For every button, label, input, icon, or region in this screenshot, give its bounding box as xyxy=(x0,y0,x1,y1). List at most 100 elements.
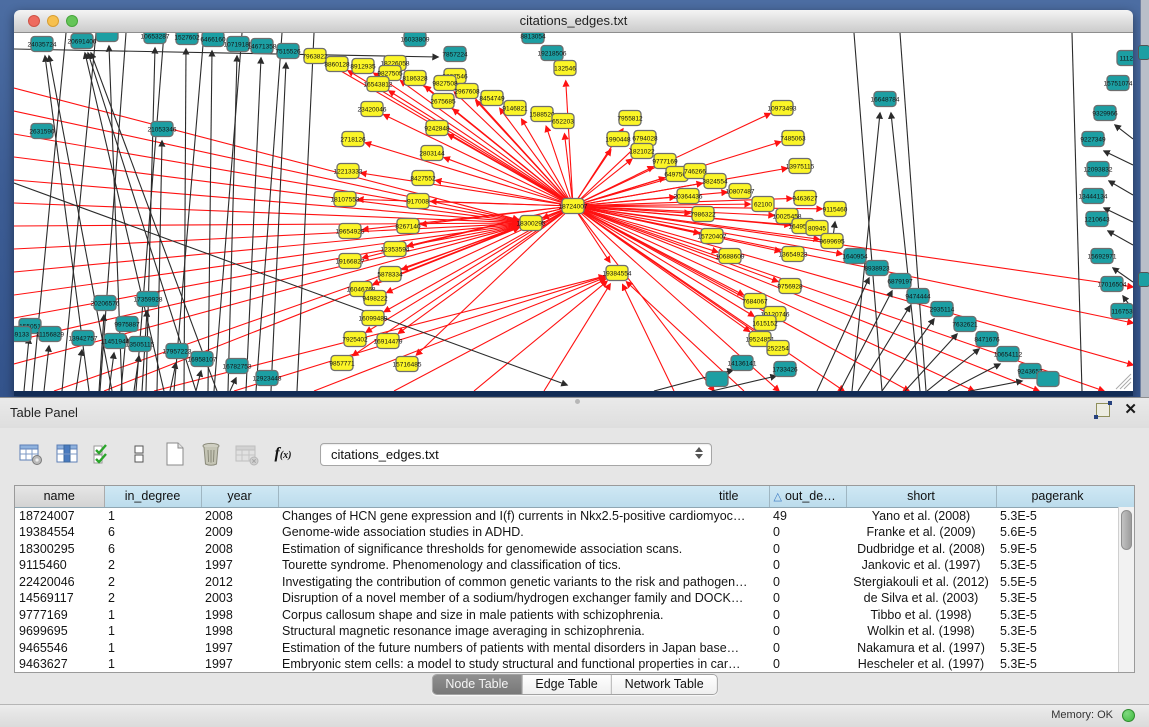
cell-out_degree[interactable]: 0 xyxy=(769,557,846,574)
graph-node[interactable]: 16099489 xyxy=(359,311,388,326)
cell-title[interactable]: Estimation of significance thresholds fo… xyxy=(278,541,769,558)
cell-in_degree[interactable]: 2 xyxy=(104,557,201,574)
graph-node[interactable]: 7515526 xyxy=(275,44,301,59)
graph-node[interactable]: 8813054 xyxy=(520,33,546,44)
graph-node[interactable]: 16648784 xyxy=(871,92,900,107)
cell-title[interactable]: Structural magnetic resonance image aver… xyxy=(278,623,769,640)
graph-node[interactable]: 8471676 xyxy=(974,332,1000,347)
graph-node[interactable]: 132546 xyxy=(554,61,576,76)
cell-short[interactable]: Dudbridge et al. (2008) xyxy=(846,541,996,558)
table-row[interactable]: 1938455462009Genome-wide association stu… xyxy=(15,524,1119,541)
scrollbar-thumb[interactable] xyxy=(1121,510,1132,550)
cell-title[interactable]: Disruption of a novel member of a sodium… xyxy=(278,590,769,607)
graph-node[interactable]: 9498222 xyxy=(362,291,388,306)
graph-node[interactable]: 13975115 xyxy=(786,159,815,174)
graph-node[interactable]: 8454749 xyxy=(479,91,505,106)
graph-node[interactable]: 9329966 xyxy=(1092,106,1118,121)
tab-node-table[interactable]: Node Table xyxy=(432,675,521,694)
graph-node[interactable]: 1821022 xyxy=(629,144,655,159)
graph-node[interactable]: 15751074 xyxy=(1104,76,1133,91)
graph-node[interactable]: 9474444 xyxy=(905,289,931,304)
graph-node[interactable]: 11156829 xyxy=(36,327,64,342)
graph-node[interactable]: 746266 xyxy=(684,164,706,179)
network-window-titlebar[interactable]: citations_edges.txt xyxy=(14,10,1133,33)
graph-node[interactable]: 19384554 xyxy=(603,266,632,281)
memory-status-indicator[interactable] xyxy=(1122,709,1135,722)
tab-network-table[interactable]: Network Table xyxy=(611,675,717,694)
cell-year[interactable]: 1998 xyxy=(201,607,278,624)
table-row[interactable]: 1456911722003Disruption of a novel membe… xyxy=(15,590,1119,607)
cell-out_degree[interactable]: 0 xyxy=(769,607,846,624)
graph-node[interactable]: 2631590 xyxy=(29,124,55,139)
graph-node[interactable]: 13505115 xyxy=(126,337,155,352)
graph-node[interactable]: 8427552 xyxy=(410,171,436,186)
graph-node[interactable]: 252254 xyxy=(767,341,789,356)
cell-in_degree[interactable]: 1 xyxy=(104,623,201,640)
table-row[interactable]: 1830029562008Estimation of significance … xyxy=(15,541,1119,558)
cell-short[interactable]: Stergiakouli et al. (2012) xyxy=(846,574,996,591)
panel-resize-grip[interactable] xyxy=(575,399,580,404)
graph-node[interactable]: 19218506 xyxy=(538,46,567,61)
table-row[interactable]: 2242004622012Investigating the contribut… xyxy=(15,574,1119,591)
table-chooser-dropdown[interactable]: citations_edges.txt xyxy=(320,443,712,466)
cell-pagerank[interactable]: 5.3E-5 xyxy=(996,507,1119,524)
column-header-pagerank[interactable]: pagerank xyxy=(996,486,1119,507)
graph-node[interactable]: 14136141 xyxy=(728,356,757,371)
cell-pagerank[interactable]: 5.3E-5 xyxy=(996,590,1119,607)
graph-node[interactable]: 20691406 xyxy=(68,34,97,49)
graph-node[interactable]: 7925402 xyxy=(342,332,368,347)
graph-node[interactable]: 8186328 xyxy=(402,71,428,86)
cell-year[interactable]: 2003 xyxy=(201,590,278,607)
graph-node[interactable]: 12923448 xyxy=(253,371,282,386)
delete-table-button[interactable] xyxy=(232,439,262,469)
graph-node[interactable]: 3824554 xyxy=(702,174,728,189)
graph-node[interactable]: 8860128 xyxy=(324,57,350,72)
close-panel-icon[interactable]: ✕ xyxy=(1124,403,1137,417)
graph-node[interactable]: 24035724 xyxy=(28,37,57,52)
cell-short[interactable]: Jankovic et al. (1997) xyxy=(846,557,996,574)
graph-node[interactable]: 2675685 xyxy=(430,94,456,109)
graph-node[interactable]: 19166827 xyxy=(336,254,365,269)
cell-name[interactable]: 9465546 xyxy=(15,640,104,657)
graph-node[interactable]: 8267140 xyxy=(395,219,421,234)
table-row[interactable]: 946362711997Embryonic stem cells: a mode… xyxy=(15,656,1119,673)
graph-node[interactable]: 9857771 xyxy=(329,356,355,371)
table-row[interactable]: 1872400712008Changes of HCN gene express… xyxy=(15,507,1119,524)
column-header-out_degree[interactable]: △out_de… xyxy=(769,486,846,507)
graph-node[interactable]: 17016504 xyxy=(1098,277,1127,292)
graph-node[interactable]: 10688609 xyxy=(716,249,745,264)
graph-node[interactable] xyxy=(706,372,728,387)
cell-out_degree[interactable]: 0 xyxy=(769,574,846,591)
cell-short[interactable]: Yano et al. (2008) xyxy=(846,507,996,524)
cell-in_degree[interactable]: 1 xyxy=(104,656,201,673)
graph-node[interactable]: 9463627 xyxy=(792,191,818,206)
graph-node[interactable]: 13942757 xyxy=(69,331,98,346)
cell-pagerank[interactable]: 5.3E-5 xyxy=(996,607,1119,624)
cell-pagerank[interactable]: 5.3E-5 xyxy=(996,640,1119,657)
graph-node[interactable]: 10807487 xyxy=(726,184,755,199)
graph-node[interactable]: 7632621 xyxy=(952,317,978,332)
cell-year[interactable]: 1998 xyxy=(201,623,278,640)
cell-year[interactable]: 1997 xyxy=(201,557,278,574)
graph-node[interactable]: 1733426 xyxy=(772,362,798,377)
cell-year[interactable]: 2009 xyxy=(201,524,278,541)
column-header-short[interactable]: short xyxy=(846,486,996,507)
graph-node[interactable]: 13654923 xyxy=(779,247,808,262)
cell-year[interactable]: 1997 xyxy=(201,656,278,673)
column-header-title[interactable]: title xyxy=(278,486,769,507)
cell-out_degree[interactable]: 0 xyxy=(769,656,846,673)
graph-node[interactable]: 1210643 xyxy=(1084,212,1110,227)
cell-pagerank[interactable]: 5.3E-5 xyxy=(996,656,1119,673)
cell-name[interactable]: 9115460 xyxy=(15,557,104,574)
graph-node[interactable]: 15720407 xyxy=(698,229,727,244)
graph-node[interactable]: 16958107 xyxy=(188,352,217,367)
cell-pagerank[interactable]: 5.9E-5 xyxy=(996,541,1119,558)
cell-name[interactable]: 9463627 xyxy=(15,656,104,673)
graph-node[interactable]: 9975887 xyxy=(114,317,140,332)
column-header-year[interactable]: year xyxy=(201,486,278,507)
create-column-button[interactable] xyxy=(160,439,190,469)
graph-node[interactable] xyxy=(96,33,118,42)
cell-pagerank[interactable]: 5.3E-5 xyxy=(996,557,1119,574)
column-visibility-button[interactable] xyxy=(52,439,82,469)
cell-short[interactable]: Hescheler et al. (1997) xyxy=(846,656,996,673)
